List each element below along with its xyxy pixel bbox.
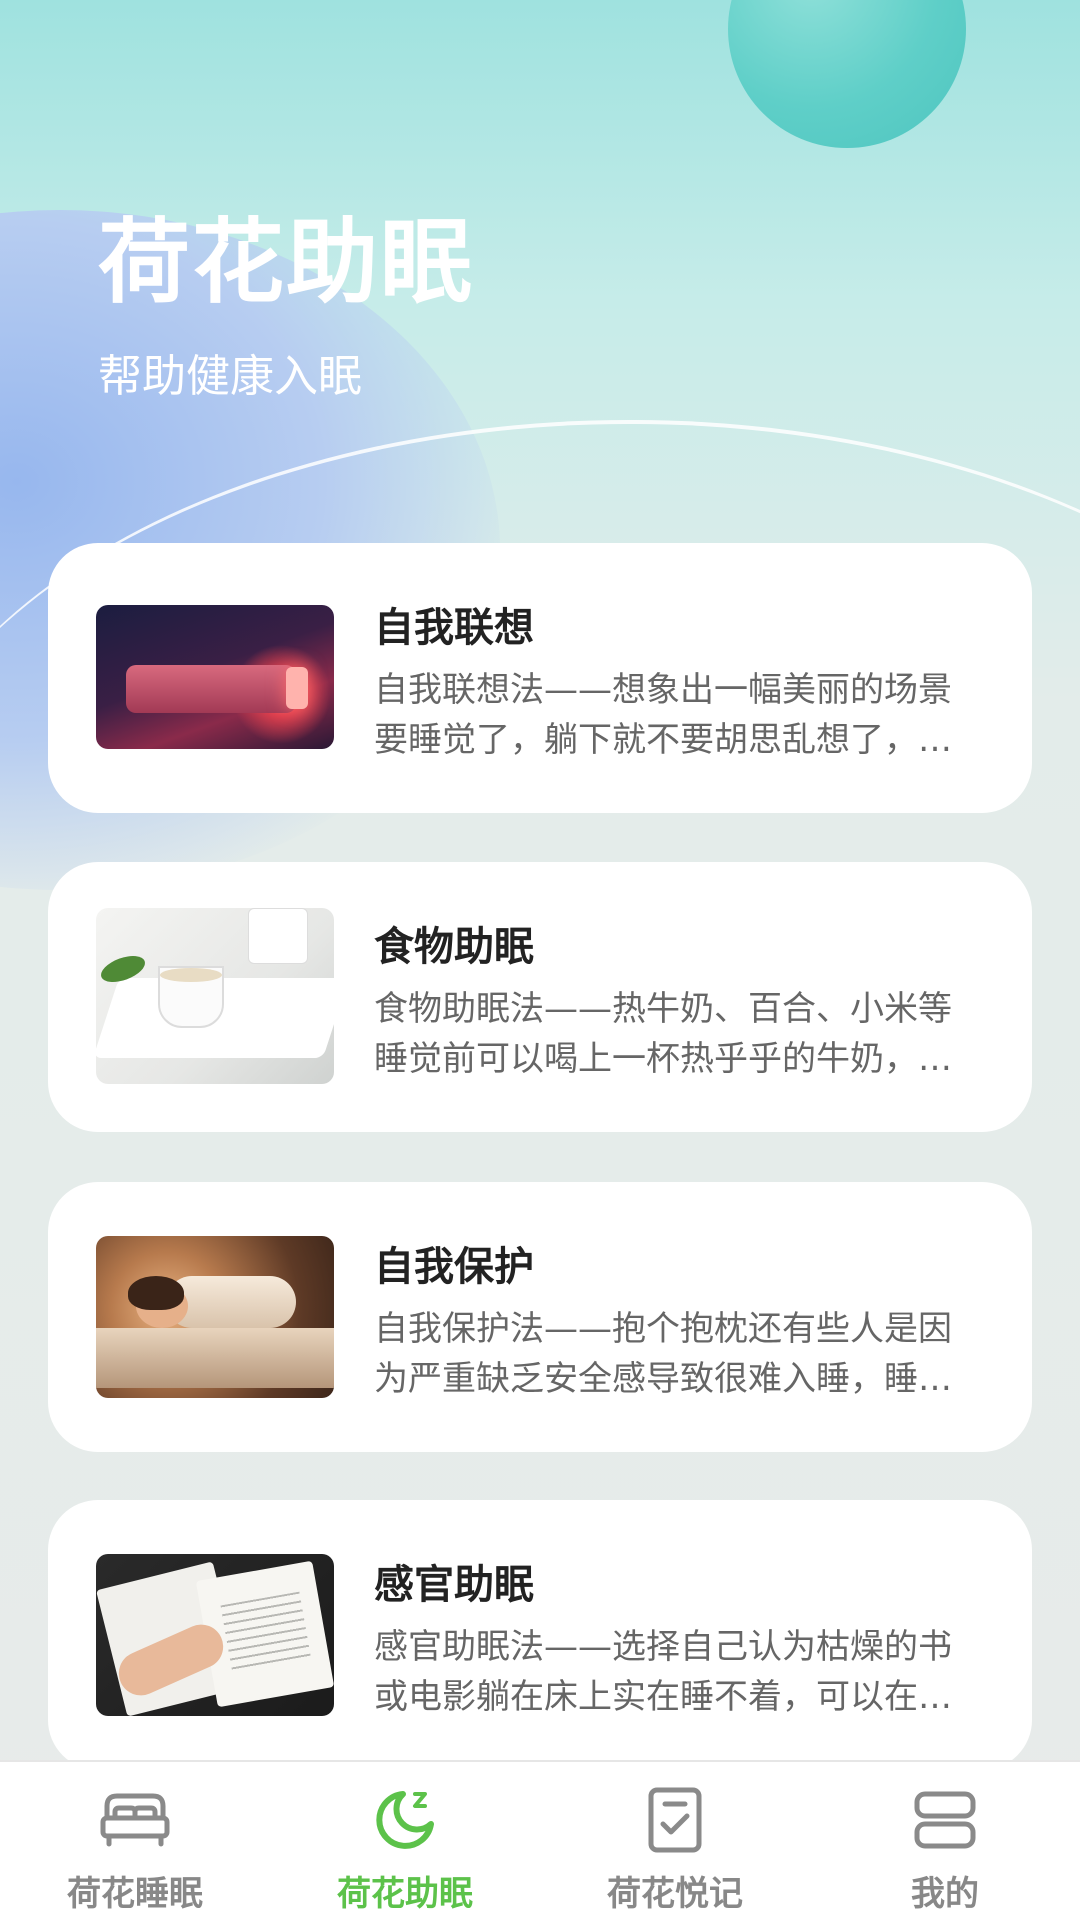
card-title: 自我保护 — [374, 1244, 534, 1290]
checklist-icon — [648, 1787, 702, 1853]
open-book-image — [96, 1554, 334, 1716]
milk-cup-image — [96, 908, 334, 1084]
card-sensory-sleep[interactable]: 感官助眠 感官助眠法——选择自己认为枯燥的书 或电影躺在床上实在睡不着，可以在… — [48, 1500, 1032, 1770]
jug-shape — [248, 908, 308, 964]
nav-item-sleep-aid[interactable]: 荷花助眠 — [270, 1762, 540, 1920]
card-title: 食物助眠 — [374, 924, 534, 970]
card-description: 食物助眠法——热牛奶、百合、小米等 睡觉前可以喝上一杯热乎乎的牛奶，… — [374, 984, 974, 1084]
card-description-line: 自我联想法——想象出一幅美丽的场景 — [374, 670, 952, 710]
bed-shape — [126, 665, 296, 713]
milk-shape — [160, 968, 222, 982]
card-self-protection[interactable]: 自我保护 自我保护法——抱个抱枕还有些人是因 为严重缺乏安全感导致很难入睡，睡… — [48, 1182, 1032, 1452]
page-subtitle: 帮助健康入眠 — [98, 351, 362, 402]
nav-item-sleep[interactable]: 荷花睡眠 — [0, 1762, 270, 1920]
nav-item-profile[interactable]: 我的 — [810, 1762, 1080, 1920]
lamp-shape — [286, 667, 308, 709]
text-lines-shape — [220, 1591, 312, 1675]
card-description-line: 睡觉前可以喝上一杯热乎乎的牛奶，… — [374, 1039, 952, 1079]
background-sphere — [728, 0, 966, 148]
card-description-line: 或电影躺在床上实在睡不着，可以在… — [374, 1677, 952, 1717]
page-title: 荷花助眠 — [98, 209, 475, 316]
bottom-navigation: 荷花睡眠 荷花助眠 荷花悦记 我的 — [0, 1760, 1080, 1920]
card-title: 感官助眠 — [374, 1562, 534, 1608]
moon-icon — [376, 1791, 434, 1849]
card-description-line: 自我保护法——抱个抱枕还有些人是因 — [374, 1309, 952, 1349]
bed-with-red-lamp-image — [96, 605, 334, 749]
card-description-line: 要睡觉了，躺下就不要胡思乱想了，… — [374, 720, 952, 760]
hair-shape — [128, 1276, 184, 1310]
sleeping-woman-image — [96, 1236, 334, 1398]
card-self-association[interactable]: 自我联想 自我联想法——想象出一幅美丽的场景 要睡觉了，躺下就不要胡思乱想了，… — [48, 543, 1032, 813]
nav-item-journal[interactable]: 荷花悦记 — [540, 1762, 810, 1920]
card-title: 自我联想 — [374, 605, 534, 651]
card-description: 感官助眠法——选择自己认为枯燥的书 或电影躺在床上实在睡不着，可以在… — [374, 1622, 974, 1722]
nav-label: 荷花悦记 — [607, 1874, 743, 1914]
card-food-sleep[interactable]: 食物助眠 食物助眠法——热牛奶、百合、小米等 睡觉前可以喝上一杯热乎乎的牛奶，… — [48, 862, 1032, 1132]
profile-icon — [914, 1791, 976, 1849]
nav-label: 荷花睡眠 — [67, 1874, 203, 1914]
card-description-line: 食物助眠法——热牛奶、百合、小米等 — [374, 989, 952, 1029]
card-description: 自我保护法——抱个抱枕还有些人是因 为严重缺乏安全感导致很难入睡，睡… — [374, 1304, 974, 1404]
card-description-line: 感官助眠法——选择自己认为枯燥的书 — [374, 1627, 952, 1667]
sheet-shape — [96, 1328, 334, 1388]
nav-label: 荷花助眠 — [337, 1874, 473, 1914]
nav-label: 我的 — [911, 1874, 979, 1914]
bed-icon — [100, 1793, 170, 1847]
card-description-line: 为严重缺乏安全感导致很难入睡，睡… — [374, 1359, 952, 1399]
card-description: 自我联想法——想象出一幅美丽的场景 要睡觉了，躺下就不要胡思乱想了，… — [374, 665, 974, 765]
